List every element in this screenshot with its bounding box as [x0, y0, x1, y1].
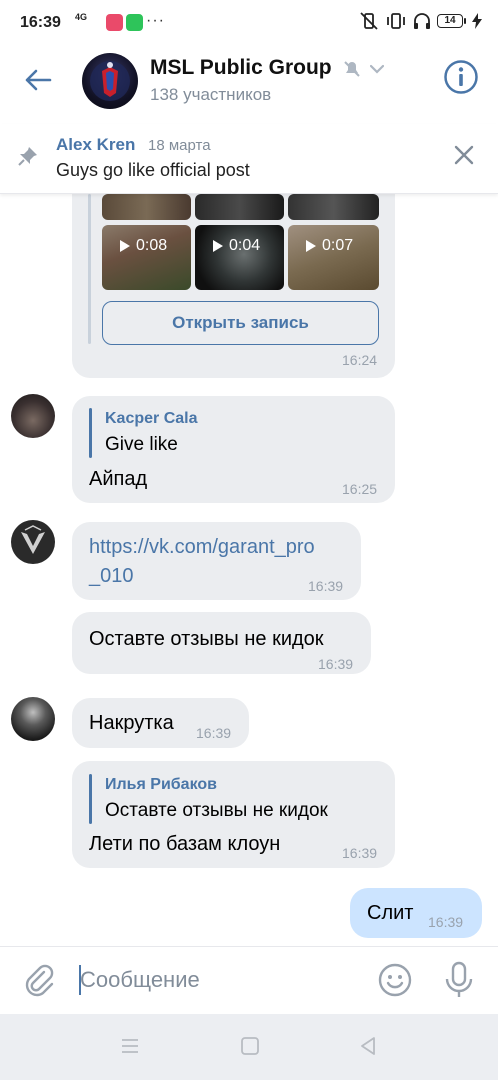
reply-quote-bar — [89, 774, 92, 824]
video-duration: 0:04 — [229, 237, 261, 254]
back-button[interactable] — [20, 62, 56, 98]
post-image[interactable] — [288, 194, 379, 220]
group-members-count: 138 участников — [150, 85, 272, 104]
headphones-icon — [414, 13, 430, 29]
pinned-date: 18 марта — [148, 137, 211, 154]
system-nav-bar — [0, 1014, 498, 1080]
microphone-icon[interactable] — [442, 961, 476, 999]
group-logo-icon — [90, 61, 130, 101]
pinned-author: Alex Kren — [56, 135, 136, 154]
post-video[interactable]: 0:08 — [102, 225, 191, 290]
reply-author: Kacper Cala — [105, 410, 198, 427]
pin-icon — [18, 147, 37, 166]
message-time: 16:39 — [342, 845, 378, 861]
status-bar: 16:39 4G ··· 14 — [0, 0, 498, 48]
group-avatar[interactable] — [82, 53, 138, 109]
battery-icon: 14 — [437, 14, 466, 28]
message-input[interactable] — [80, 965, 360, 995]
message-time: 16:39 — [308, 578, 344, 594]
message-text: Накрутка — [89, 712, 174, 734]
play-icon — [213, 240, 223, 252]
message-link[interactable]: https://vk.com/garant_pro — [89, 533, 315, 562]
reply-text: Оставте отзывы не кидок — [105, 800, 328, 821]
group-title[interactable]: MSL Public Group — [150, 56, 332, 80]
message-time: 16:39 — [318, 656, 354, 672]
message-composer — [0, 946, 498, 1014]
message-text: Айпад — [89, 468, 148, 490]
status-time: 16:39 — [20, 14, 61, 31]
message-list[interactable]: 0:08 0:04 0:07 Открыть запись 16:24 Kacp… — [0, 194, 498, 946]
app-notification-icon — [106, 14, 123, 31]
chat-header: MSL Public Group 138 участников — [0, 48, 498, 114]
post-quote-bar — [88, 194, 91, 344]
message-time: 16:25 — [342, 481, 378, 497]
pinned-message[interactable]: Alex Kren 18 марта Guys go like official… — [0, 124, 498, 194]
pinned-text: Guys go like official post — [56, 160, 250, 180]
post-video[interactable]: 0:04 — [195, 225, 284, 290]
video-duration: 0:07 — [322, 237, 354, 254]
message-time: 16:24 — [342, 352, 378, 368]
user-avatar[interactable] — [11, 520, 55, 564]
charging-icon — [472, 13, 482, 29]
open-post-button[interactable]: Открыть запись — [102, 301, 379, 345]
back-nav-icon[interactable] — [358, 1036, 378, 1056]
post-video[interactable]: 0:07 — [288, 225, 379, 290]
more-notifications-icon: ··· — [146, 12, 165, 29]
mute-icon — [344, 61, 360, 77]
network-indicator: 4G — [75, 12, 88, 22]
user-avatar[interactable] — [11, 697, 55, 741]
arrow-left-icon — [25, 69, 52, 91]
close-icon[interactable] — [454, 145, 474, 165]
play-icon — [306, 240, 316, 252]
message-text: Слит — [367, 902, 414, 924]
reply-quote-bar — [89, 408, 92, 458]
post-image[interactable] — [102, 194, 191, 220]
reply-author: Илья Рибаков — [105, 776, 217, 793]
message-time: 16:39 — [196, 725, 232, 741]
message-link-cont[interactable]: _010 — [89, 562, 134, 591]
play-icon — [120, 240, 130, 252]
chevron-down-icon[interactable] — [370, 64, 384, 74]
paperclip-icon[interactable] — [22, 963, 56, 997]
info-icon[interactable] — [443, 59, 479, 95]
emoji-icon[interactable] — [378, 963, 412, 997]
menu-icon[interactable] — [120, 1036, 140, 1056]
reply-text: Give like — [105, 434, 178, 455]
user-avatar[interactable] — [11, 394, 55, 438]
vibrate-icon — [387, 13, 405, 29]
message-time: 16:39 — [428, 914, 464, 930]
chat-notification-icon — [126, 14, 143, 31]
message-text: Оставте отзывы не кидок — [89, 628, 324, 650]
battery-level: 14 — [437, 14, 463, 28]
message-text: Лети по базам клоун — [89, 833, 281, 855]
home-icon[interactable] — [240, 1036, 260, 1056]
video-duration: 0:08 — [136, 237, 168, 254]
post-image[interactable] — [195, 194, 284, 220]
avatar-logo-icon — [21, 525, 45, 554]
vibrate-off-icon — [360, 12, 378, 30]
